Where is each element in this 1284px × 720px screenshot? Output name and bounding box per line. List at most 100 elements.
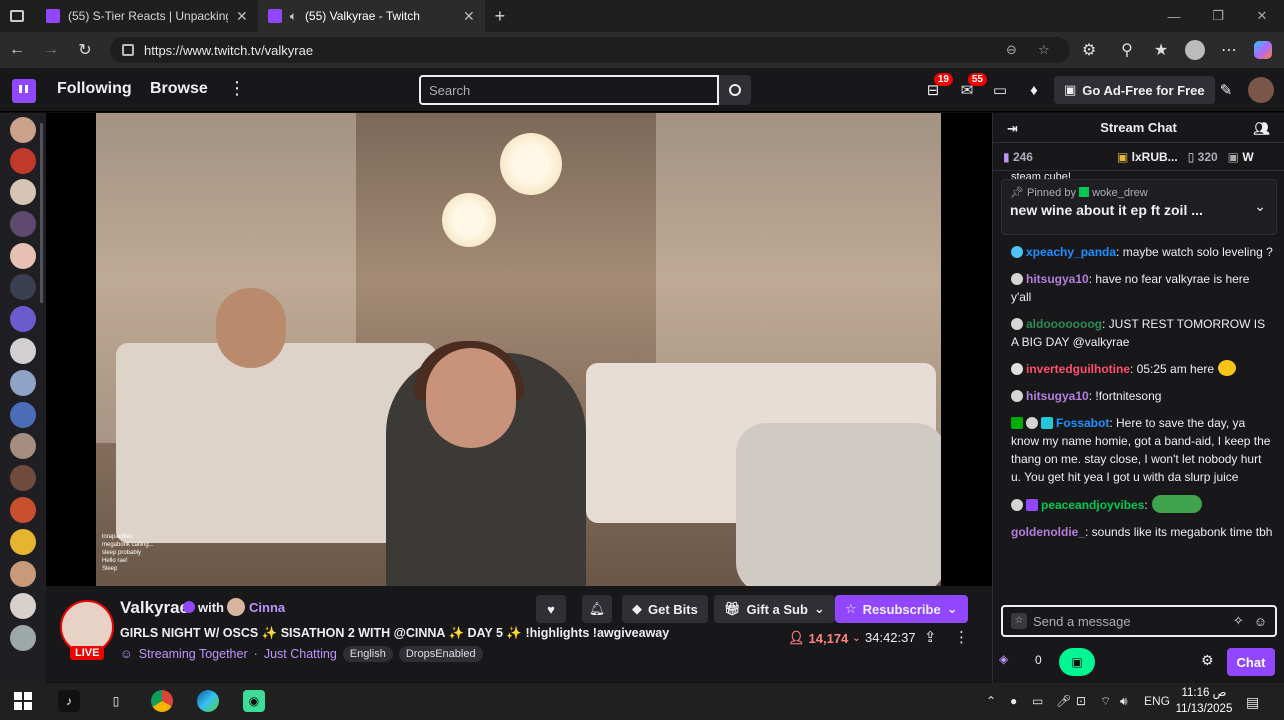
share-icon[interactable]: ⇪ [924, 628, 937, 646]
notification-center-icon[interactable]: ▤ [1246, 694, 1259, 711]
chat-badge-selector-icon[interactable]: ☆ [1011, 613, 1027, 629]
minimize-icon[interactable]: — [1152, 0, 1196, 32]
chat-send-button[interactable]: Chat [1227, 648, 1275, 676]
community-icon[interactable]: 👥︎ [1253, 121, 1270, 137]
tray-overflow-icon[interactable]: ⌃ [986, 694, 996, 708]
viewer-count[interactable]: 👤︎ 14,174 ⌄ [788, 630, 861, 646]
channel-points-icon[interactable]: ◈ [999, 652, 1008, 666]
more-menu-icon[interactable]: ⋯ [1212, 33, 1246, 67]
followed-channel-avatar[interactable] [10, 433, 36, 459]
followed-channel-avatar[interactable] [10, 625, 36, 651]
taskbar-clock[interactable]: 11:16 ص 11/13/2025 [1174, 685, 1234, 717]
search-button[interactable] [719, 75, 751, 105]
chrome-icon[interactable] [151, 690, 173, 712]
collab-name[interactable]: Cinna [249, 600, 285, 615]
prime-crown-icon[interactable]: ♦ [1024, 80, 1044, 100]
copilot-icon[interactable] [1246, 33, 1280, 67]
maximize-icon[interactable]: ❐ [1196, 0, 1240, 32]
translate-icon[interactable]: ✎ [1216, 80, 1236, 100]
category-link[interactable]: Just Chatting [264, 647, 337, 661]
more-vertical-icon[interactable]: ⋮ [954, 628, 969, 646]
user-avatar[interactable] [1248, 77, 1274, 103]
emote-picker-icon[interactable]: ☺ [1254, 614, 1267, 629]
chat-username[interactable]: peaceandjoyvibes [1041, 498, 1144, 512]
split-screen-icon[interactable]: ⚲ [1110, 33, 1144, 67]
followed-channel-avatar[interactable] [10, 211, 36, 237]
resubscribe-button[interactable]: ☆ Resubscribe ⌄ [835, 595, 968, 623]
notifications-icon[interactable]: ⊟ 19 [923, 73, 953, 100]
followed-channel-avatar[interactable] [10, 306, 36, 332]
followed-channel-avatar[interactable] [10, 370, 36, 396]
inbox-icon[interactable]: ✉︎ 55 [957, 73, 987, 100]
windows-start-icon[interactable] [12, 690, 34, 712]
channel-points-claim-button[interactable]: ▣ [1059, 648, 1095, 676]
tab-actions-icon[interactable] [0, 0, 36, 32]
video-player[interactable]: lnrapacblec: ... megabonk calling... sle… [46, 113, 992, 586]
forward-icon[interactable]: → [34, 33, 68, 67]
tiktok-icon[interactable]: ♪ [58, 690, 80, 712]
streamer-name[interactable]: Valkyrae [120, 598, 189, 618]
notifications-bell-button[interactable]: 🔔︎ [582, 595, 612, 623]
chat-username[interactable]: invertedguilhotine [1026, 362, 1130, 376]
collapse-chat-icon[interactable]: ⇥ [1007, 121, 1018, 137]
browser-tab-1[interactable]: (55) S-Tier Reacts | Unpacking Dr ✕ [36, 0, 258, 32]
back-icon[interactable]: ← [0, 33, 34, 67]
tray-app-icon[interactable]: ● [1010, 694, 1017, 708]
followed-channel-avatar[interactable] [10, 243, 36, 269]
chat-username[interactable]: Fossabot [1056, 416, 1109, 430]
url-field[interactable]: https://www.twitch.tv/valkyrae ⊖ ☆ [110, 37, 1070, 63]
collab-avatar[interactable] [227, 598, 245, 616]
tray-app-icon[interactable]: ⊡ [1076, 694, 1086, 708]
followed-channel-avatar[interactable] [10, 117, 36, 143]
followed-channel-avatar[interactable] [10, 529, 36, 555]
followed-channel-avatar[interactable] [10, 561, 36, 587]
followed-channel-avatar[interactable] [10, 179, 36, 205]
extensions-icon[interactable]: ⚙︎ [1072, 33, 1106, 67]
input-language[interactable]: ENG [1144, 694, 1170, 708]
nav-browse[interactable]: Browse [150, 80, 208, 98]
favorite-star-icon[interactable]: ☆ [1038, 42, 1050, 58]
twitch-logo-icon[interactable] [12, 79, 36, 103]
speaker-icon[interactable]: 🔈︎ [290, 9, 297, 24]
close-tab-icon[interactable]: ✕ [463, 8, 475, 25]
followed-channel-avatar[interactable] [10, 497, 36, 523]
browser-tab-2[interactable]: 🔈︎ (55) Valkyrae - Twitch ✕ [257, 0, 485, 32]
chat-leaderboard[interactable]: ▮ 246 ▣ lxRUB... ▯ 320 ▣ W [993, 143, 1284, 171]
chat-username[interactable]: hitsugya10 [1026, 272, 1089, 286]
nav-following[interactable]: Following [57, 80, 132, 98]
search-input[interactable] [419, 75, 719, 105]
edge-icon[interactable] [197, 690, 219, 712]
chat-username[interactable]: goldenoldie_ [1011, 525, 1085, 539]
favorites-icon[interactable]: ★ [1144, 33, 1178, 67]
get-bits-button[interactable]: ◆ Get Bits [622, 595, 708, 623]
close-tab-icon[interactable]: ✕ [236, 8, 248, 25]
close-window-icon[interactable]: ✕ [1240, 0, 1284, 32]
tag-dropsenabled[interactable]: DropsEnabled [398, 646, 483, 662]
followed-channel-avatar[interactable] [10, 338, 36, 364]
follow-heart-button[interactable]: ♥ [536, 595, 566, 623]
followed-channel-avatar[interactable] [10, 274, 36, 300]
go-ad-free-button[interactable]: ▣ Go Ad-Free for Free [1054, 76, 1215, 104]
zoom-icon[interactable]: ⊖ [1006, 42, 1017, 58]
followed-channel-avatar[interactable] [10, 148, 36, 174]
chevron-down-icon[interactable]: ⌄ [1254, 198, 1266, 215]
followed-channel-avatar[interactable] [10, 402, 36, 428]
bits-cheer-icon[interactable]: ✧ [1233, 613, 1244, 629]
chat-username[interactable]: hitsugya10 [1026, 389, 1089, 403]
chat-settings-gear-icon[interactable]: ⚙︎ [1201, 652, 1214, 669]
discord-like-app-icon[interactable]: ◉ [243, 690, 265, 712]
followed-channel-avatar[interactable] [10, 593, 36, 619]
chat-username[interactable]: xpeachy_panda [1026, 245, 1116, 259]
gift-sub-button[interactable]: 🎁︎ Gift a Sub ⌄ [714, 595, 835, 623]
rail-scrollbar[interactable] [40, 123, 43, 303]
chat-message-input[interactable] [1027, 607, 1233, 635]
streaming-together-link[interactable]: Streaming Together [139, 647, 248, 661]
chat-username[interactable]: aldooooooog [1026, 317, 1102, 331]
tray-app-icon[interactable]: ▭ [1032, 694, 1043, 708]
new-tab-button[interactable]: + [485, 0, 516, 32]
pinned-message[interactable]: 📌︎ Pinned by woke_drew new wine about it… [1001, 179, 1277, 235]
more-options-icon[interactable]: ⋮ [228, 78, 246, 99]
whispers-icon[interactable]: ▭ [990, 80, 1010, 100]
refresh-icon[interactable]: ↻ [68, 33, 102, 67]
followed-channel-avatar[interactable] [10, 465, 36, 491]
